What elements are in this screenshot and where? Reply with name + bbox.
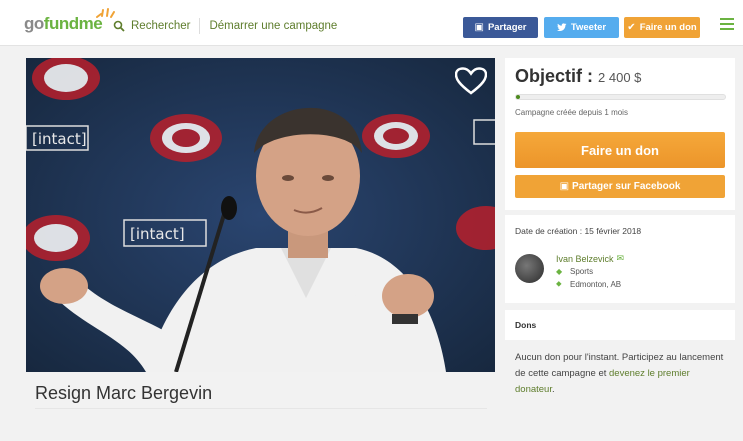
goal-card: Objectif : 2 400 $ Campagne créée depuis… (505, 58, 735, 210)
facebook-icon: ▣ (474, 22, 484, 33)
search-icon[interactable] (113, 20, 125, 32)
facebook-icon: ▣ (559, 181, 570, 192)
avatar[interactable] (515, 254, 544, 283)
creation-date: Date de création : 15 février 2018 (515, 226, 642, 236)
location-pin-icon: ⬥ (556, 279, 562, 288)
twitter-icon (556, 23, 567, 31)
category[interactable]: Sports (570, 267, 593, 276)
goal-heading: Objectif : 2 400 $ (515, 66, 642, 86)
location-row: ⬥ Edmonton, AB (556, 279, 621, 289)
main-nav: Rechercher Démarrer une campagne (113, 18, 337, 34)
organizer-name-row: Ivan Belzevick ✉ (556, 253, 624, 264)
donations-header: Dons (505, 310, 735, 340)
progress-fill (516, 95, 521, 99)
campaign-title: Resign Marc Bergevin (35, 383, 213, 403)
location: Edmonton, AB (570, 279, 622, 289)
organizer-name[interactable]: Ivan Belzevick (556, 254, 614, 264)
search-link[interactable]: Rechercher (131, 20, 190, 32)
svg-text:[intact]: [intact] (32, 130, 87, 148)
share-facebook-button[interactable]: ▣ Partager (463, 17, 538, 38)
created-ago: Campagne créée depuis 1 mois (515, 108, 628, 117)
no-donations-message: Aucun don pour l'instant. Participez au … (515, 352, 724, 395)
donations-title: Dons (515, 320, 537, 330)
hamburger-menu-icon[interactable] (720, 18, 734, 30)
goal-amount: 2 400 $ (598, 70, 642, 85)
progress-bar (515, 94, 726, 100)
nav-divider (199, 18, 201, 34)
header-donate-button[interactable]: ✔ Faire un don (624, 17, 700, 38)
gofundme-logo[interactable]: gofundme (24, 8, 115, 34)
share-twitter-button[interactable]: Tweeter (544, 17, 619, 38)
start-campaign-link[interactable]: Démarrer une campagne (209, 20, 337, 32)
title-divider (35, 408, 487, 409)
heart-icon[interactable] (455, 67, 487, 95)
top-navbar: gofundme Rechercher Démarrer une campagn… (0, 0, 743, 46)
tag-icon: ◆ (556, 267, 563, 276)
share-on-facebook-button[interactable]: ▣ Partager sur Facebook (515, 175, 725, 198)
donate-button[interactable]: Faire un don (515, 132, 725, 168)
campaign-photo: [intact] [intact] (26, 58, 495, 372)
mail-icon[interactable]: ✉ (617, 253, 625, 264)
category-row: ◆ Sports (556, 267, 593, 276)
svg-text:[intact]: [intact] (130, 225, 185, 243)
check-icon: ✔ (627, 22, 636, 33)
organizer-card: Date de création : 15 février 2018 Ivan … (505, 215, 735, 303)
